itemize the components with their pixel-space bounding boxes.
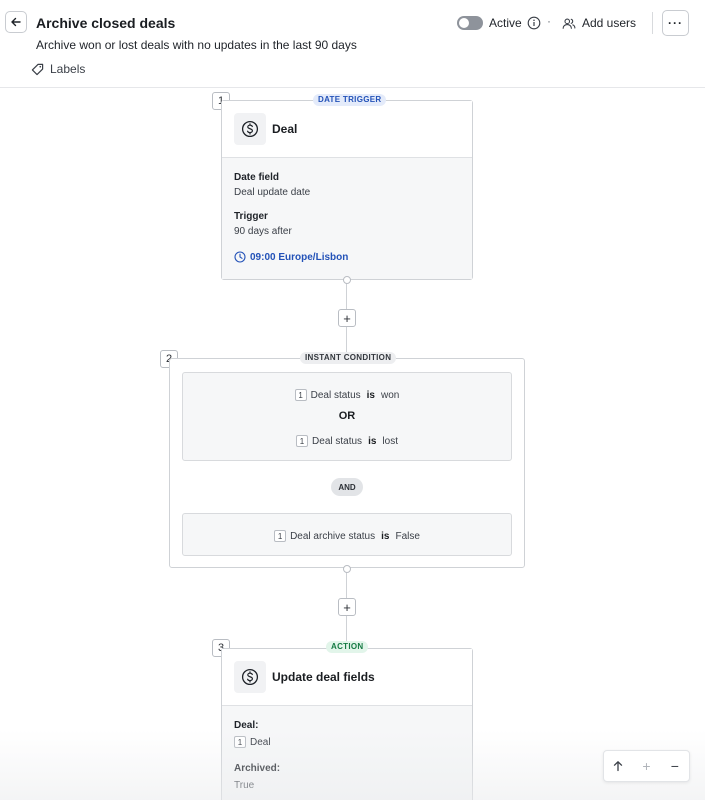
field-label: Date field [234, 172, 280, 183]
field-value: True [234, 780, 255, 791]
header-dot-separator: · [547, 14, 551, 28]
page-subtitle[interactable]: Archive won or lost deals with no update… [36, 38, 357, 52]
card-header: Update deal fields [222, 649, 472, 706]
step-reference-chip: 1 [274, 530, 287, 542]
scroll-to-top-button[interactable] [607, 755, 629, 777]
entity-icon-box [234, 661, 266, 693]
dollar-circle-icon [241, 668, 259, 686]
condition-field: Deal status [312, 435, 363, 447]
clock-icon [234, 251, 246, 263]
field-value: Deal [250, 736, 271, 748]
trigger-time: 09:00 Europe/Lisbon [234, 251, 460, 263]
card-body: Date field Deal update date Trigger 90 d… [222, 158, 472, 279]
condition-field: Deal status [310, 389, 361, 401]
info-icon[interactable] [527, 16, 541, 30]
zoom-out-button[interactable]: − [664, 755, 686, 777]
header-divider [652, 12, 653, 34]
condition-row: 1 Deal archive status is False [183, 530, 511, 542]
field-label: Trigger [234, 211, 268, 222]
active-label: Active [489, 16, 522, 30]
connector-node [343, 276, 351, 284]
condition-row: 1 Deal status is lost [183, 435, 511, 447]
date-trigger-card[interactable]: Deal Date field Deal update date Trigger… [221, 100, 473, 280]
condition-value: False [395, 530, 420, 542]
step-type-badge: DATE TRIGGER [313, 94, 387, 106]
automation-header: Archive closed deals Archive won or lost… [0, 0, 705, 88]
condition-row: 1 Deal status is won [183, 389, 511, 401]
step-reference-chip: 1 [296, 435, 309, 447]
more-options-button[interactable]: ··· [662, 10, 689, 36]
condition-value: won [381, 389, 400, 401]
condition-group[interactable]: 1 Deal archive status is False [182, 513, 512, 556]
card-header: Deal [222, 101, 472, 158]
condition-operator: is [366, 389, 375, 401]
flow-canvas[interactable]: 1 Deal Date field Deal update date Trigg… [0, 89, 705, 800]
tag-icon [31, 63, 44, 75]
or-joiner: OR [338, 410, 356, 422]
users-icon [562, 18, 576, 29]
action-card[interactable]: Update deal fields Deal: 1 Deal Archived… [221, 648, 473, 800]
condition-field: Deal archive status [290, 530, 376, 542]
field-label: Archived: [234, 763, 281, 774]
field-value-row: 1 Deal [234, 736, 460, 748]
step-type-badge: INSTANT CONDITION [300, 352, 397, 364]
labels-label: Labels [50, 62, 86, 76]
dollar-circle-icon [241, 120, 259, 138]
page-title: Archive closed deals [36, 15, 176, 31]
field-label: Deal: [234, 720, 259, 731]
entity-icon-box [234, 113, 266, 145]
entity-name: Deal [272, 122, 298, 136]
back-button[interactable] [5, 11, 27, 33]
card-body: Deal: 1 Deal Archived: True [222, 706, 472, 800]
add-users-button[interactable]: Add users [562, 14, 636, 32]
step-type-badge: ACTION [326, 641, 369, 653]
zoom-in-button[interactable]: + [635, 755, 657, 777]
add-step-button[interactable]: + [338, 598, 356, 616]
add-users-label: Add users [582, 16, 637, 30]
condition-value: lost [382, 435, 398, 447]
labels-button[interactable]: Labels [31, 60, 85, 78]
arrow-up-icon [614, 761, 623, 772]
connector-node [343, 565, 351, 573]
trigger-time-label: 09:00 Europe/Lisbon [250, 251, 349, 263]
condition-operator: is [381, 530, 390, 542]
entity-name: Update deal fields [272, 670, 375, 684]
step-reference-chip: 1 [234, 736, 246, 748]
field-value: 90 days after [234, 226, 292, 237]
active-toggle[interactable] [457, 16, 483, 30]
and-joiner: AND [331, 478, 363, 496]
condition-operator: is [368, 435, 377, 447]
zoom-controls: + − [603, 750, 690, 782]
add-step-button[interactable]: + [338, 309, 356, 327]
step-reference-chip: 1 [294, 389, 307, 401]
arrow-left-icon [11, 17, 21, 27]
field-value: Deal update date [234, 187, 311, 198]
condition-group[interactable]: 1 Deal status is won OR 1 Deal status is… [182, 372, 512, 461]
